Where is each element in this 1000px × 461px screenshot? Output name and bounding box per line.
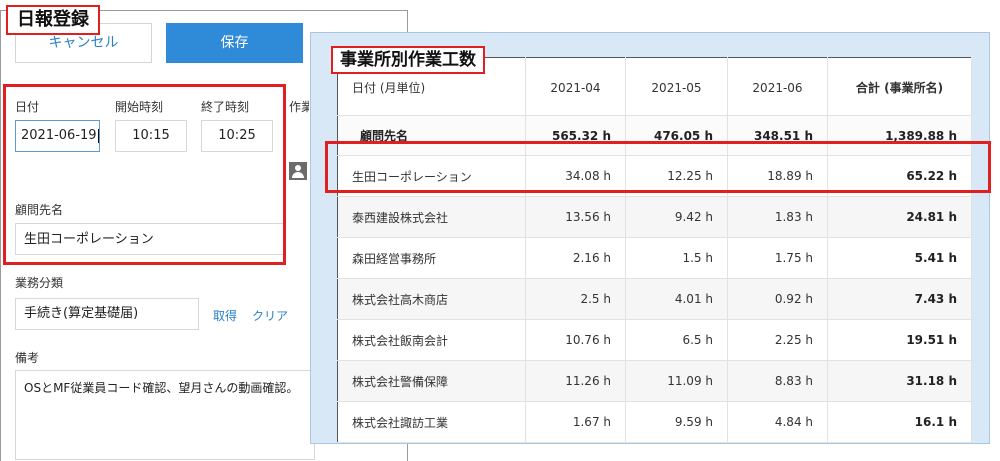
table-cell: 2.5 h [525, 278, 626, 320]
form-highlight-box [3, 84, 286, 265]
table-row[interactable]: 株式会社飯南会計 10.76 h 6.5 h 2.25 h 19.51 h [337, 319, 972, 361]
table-row[interactable]: 泰西建設株式会社 13.56 h 9.42 h 1.83 h 24.81 h [337, 196, 972, 238]
category-input[interactable]: 手続き(算定基礎届) [15, 298, 199, 330]
save-button[interactable]: 保存 [166, 23, 303, 63]
table-cell: 4.84 h [727, 401, 828, 443]
notes-textarea[interactable]: OSとMF従業員コード確認、望月さんの動画確認。 [15, 370, 315, 460]
table-cell: 16.1 h [827, 401, 972, 443]
table-row[interactable]: 株式会社警備保障 11.26 h 11.09 h 8.83 h 31.18 h [337, 360, 972, 402]
column-header: 2021-05 [625, 57, 728, 116]
table-cell: 2.25 h [727, 319, 828, 361]
fetch-link[interactable]: 取得 [213, 307, 237, 324]
work-hours-table: 日付 (月単位) 2021-04 2021-05 2021-06 合計 (事業所… [337, 57, 972, 443]
table-row[interactable]: 株式会社高木商店 2.5 h 4.01 h 0.92 h 7.43 h [337, 278, 972, 320]
form-title: 日報登録 [6, 5, 100, 35]
table-cell: 4.01 h [625, 278, 728, 320]
table-cell: 11.09 h [625, 360, 728, 402]
table-cell: 9.59 h [625, 401, 728, 443]
notes-label: 備考 [15, 351, 40, 365]
table-cell: 6.5 h [625, 319, 728, 361]
table-cell: 1.83 h [727, 196, 828, 238]
table-cell: 2.16 h [525, 237, 626, 279]
table-cell: 泰西建設株式会社 [337, 196, 526, 238]
table-row[interactable]: 森田経営事務所 2.16 h 1.5 h 1.75 h 5.41 h [337, 237, 972, 279]
table-cell: 5.41 h [827, 237, 972, 279]
table-cell: 1.75 h [727, 237, 828, 279]
column-header: 2021-06 [727, 57, 828, 116]
row-highlight-box [325, 141, 991, 193]
table-cell: 0.92 h [727, 278, 828, 320]
work-label: 作業 [289, 100, 309, 114]
table-cell: 9.42 h [625, 196, 728, 238]
table-cell: 11.26 h [525, 360, 626, 402]
table-cell: 7.43 h [827, 278, 972, 320]
table-cell: 株式会社警備保障 [337, 360, 526, 402]
table-title: 事業所別作業工数 [331, 46, 485, 74]
table-cell: 1.5 h [625, 237, 728, 279]
table-row[interactable]: 株式会社諏訪工業 1.67 h 9.59 h 4.84 h 16.1 h [337, 401, 972, 443]
table-cell: 株式会社高木商店 [337, 278, 526, 320]
table-cell: 19.51 h [827, 319, 972, 361]
column-header: 合計 (事業所名) [827, 57, 972, 116]
table-cell: 13.56 h [525, 196, 626, 238]
clear-link[interactable]: クリア [252, 307, 288, 324]
table-cell: 森田経営事務所 [337, 237, 526, 279]
column-header: 2021-04 [525, 57, 626, 116]
table-cell: 株式会社諏訪工業 [337, 401, 526, 443]
table-cell: 1.67 h [525, 401, 626, 443]
table-cell: 31.18 h [827, 360, 972, 402]
table-cell: 10.76 h [525, 319, 626, 361]
table-cell: 24.81 h [827, 196, 972, 238]
category-label: 業務分類 [15, 276, 64, 290]
user-icon[interactable] [289, 162, 307, 180]
table-cell: 8.83 h [727, 360, 828, 402]
table-cell: 株式会社飯南会計 [337, 319, 526, 361]
